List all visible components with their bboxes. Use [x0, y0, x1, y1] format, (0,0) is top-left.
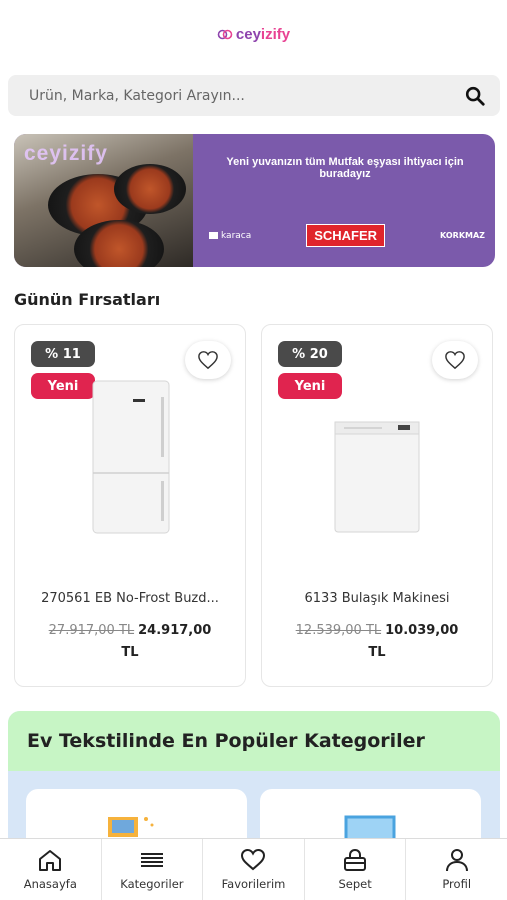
textile-header: Ev Tekstilinde En Popüler Kategoriler	[8, 711, 500, 771]
banner-watermark: ceyizify	[24, 142, 108, 165]
search-input[interactable]	[29, 87, 464, 104]
banner-tagline: Yeni yuvanızın tüm Mutfak eşyası ihtiyac…	[226, 156, 464, 180]
price-row: 12.539,00 TL 10.039,00	[262, 623, 492, 638]
product-name[interactable]: 6133 Bulaşık Makinesi	[274, 591, 480, 606]
new-badge: Yeni	[31, 373, 95, 399]
search-bar[interactable]	[8, 75, 500, 116]
tab-label: Favorilerim	[221, 877, 286, 891]
karaca-logo-icon	[209, 232, 218, 239]
logo-text-part-3: ify	[272, 25, 291, 43]
menu-icon	[140, 853, 163, 867]
app-logo[interactable]: cey iz ify	[217, 26, 290, 43]
header: cey iz ify	[0, 0, 507, 68]
discount-badge: % 11	[31, 341, 95, 367]
tab-favorites[interactable]: Favorilerim	[203, 839, 305, 900]
home-icon	[39, 850, 62, 871]
new-price: 24.917,00	[138, 623, 212, 638]
price-currency: TL	[121, 645, 139, 660]
price-currency: TL	[368, 645, 386, 660]
tab-label: Profil	[442, 877, 472, 891]
brand-karaca: karaca	[209, 231, 251, 241]
tab-label: Kategoriler	[120, 877, 184, 891]
new-badge: Yeni	[278, 373, 342, 399]
brand-korkmaz: KORKMAZ	[440, 231, 485, 240]
banner-content: Yeni yuvanızın tüm Mutfak eşyası ihtiyac…	[193, 134, 495, 267]
price-row: 27.917,00 TL 24.917,00	[15, 623, 245, 638]
promo-banner[interactable]: ceyizify Yeni yuvanızın tüm Mutfak eşyas…	[14, 134, 495, 267]
tab-label: Sepet	[338, 877, 372, 891]
rings-icon	[217, 29, 233, 40]
pan-image	[114, 164, 186, 214]
product-card[interactable]: % 11 Yeni 270561 EB No-Frost Buzd... 27.…	[14, 324, 246, 687]
banner-photo: ceyizify	[14, 134, 193, 267]
new-price: 10.039,00	[385, 623, 459, 638]
heart-icon	[241, 848, 266, 871]
dishwasher-image	[334, 421, 420, 533]
deals-title: Günün Fırsatları	[14, 290, 161, 309]
pan-image	[74, 220, 164, 267]
brand-karaca-label: karaca	[221, 230, 252, 241]
tab-categories[interactable]: Kategoriler	[102, 839, 204, 900]
logo-text-part-1: cey	[235, 25, 261, 43]
product-card[interactable]: % 20 Yeni 6133 Bulaşık Makinesi 12.539,0…	[261, 324, 493, 687]
old-price: 27.917,00 TL	[48, 623, 135, 638]
tab-cart[interactable]: Sepet	[305, 839, 407, 900]
heart-icon	[198, 351, 218, 370]
bottom-navigation: Anasayfa Kategoriler Favorilerim Sepet P…	[0, 838, 507, 900]
tab-home[interactable]: Anasayfa	[0, 839, 102, 900]
category-image	[108, 817, 154, 837]
heart-icon	[445, 351, 465, 370]
search-icon[interactable]	[464, 85, 486, 107]
product-name[interactable]: 270561 EB No-Frost Buzd...	[27, 591, 233, 606]
textile-title: Ev Tekstilinde En Popüler Kategoriler	[27, 730, 425, 752]
tab-profile[interactable]: Profil	[406, 839, 507, 900]
favorite-button[interactable]	[185, 341, 231, 379]
brand-schafer: SCHAFER	[306, 224, 386, 247]
bag-icon	[344, 848, 367, 871]
refrigerator-image	[92, 380, 170, 534]
tab-label: Anasayfa	[23, 877, 77, 891]
logo-text-part-2: iz	[260, 25, 273, 43]
favorite-button[interactable]	[432, 341, 478, 379]
banner-brands: karaca SCHAFER KORKMAZ	[209, 224, 485, 247]
user-icon	[445, 849, 468, 872]
discount-badge: % 20	[278, 341, 342, 367]
old-price: 12.539,00 TL	[295, 623, 382, 638]
